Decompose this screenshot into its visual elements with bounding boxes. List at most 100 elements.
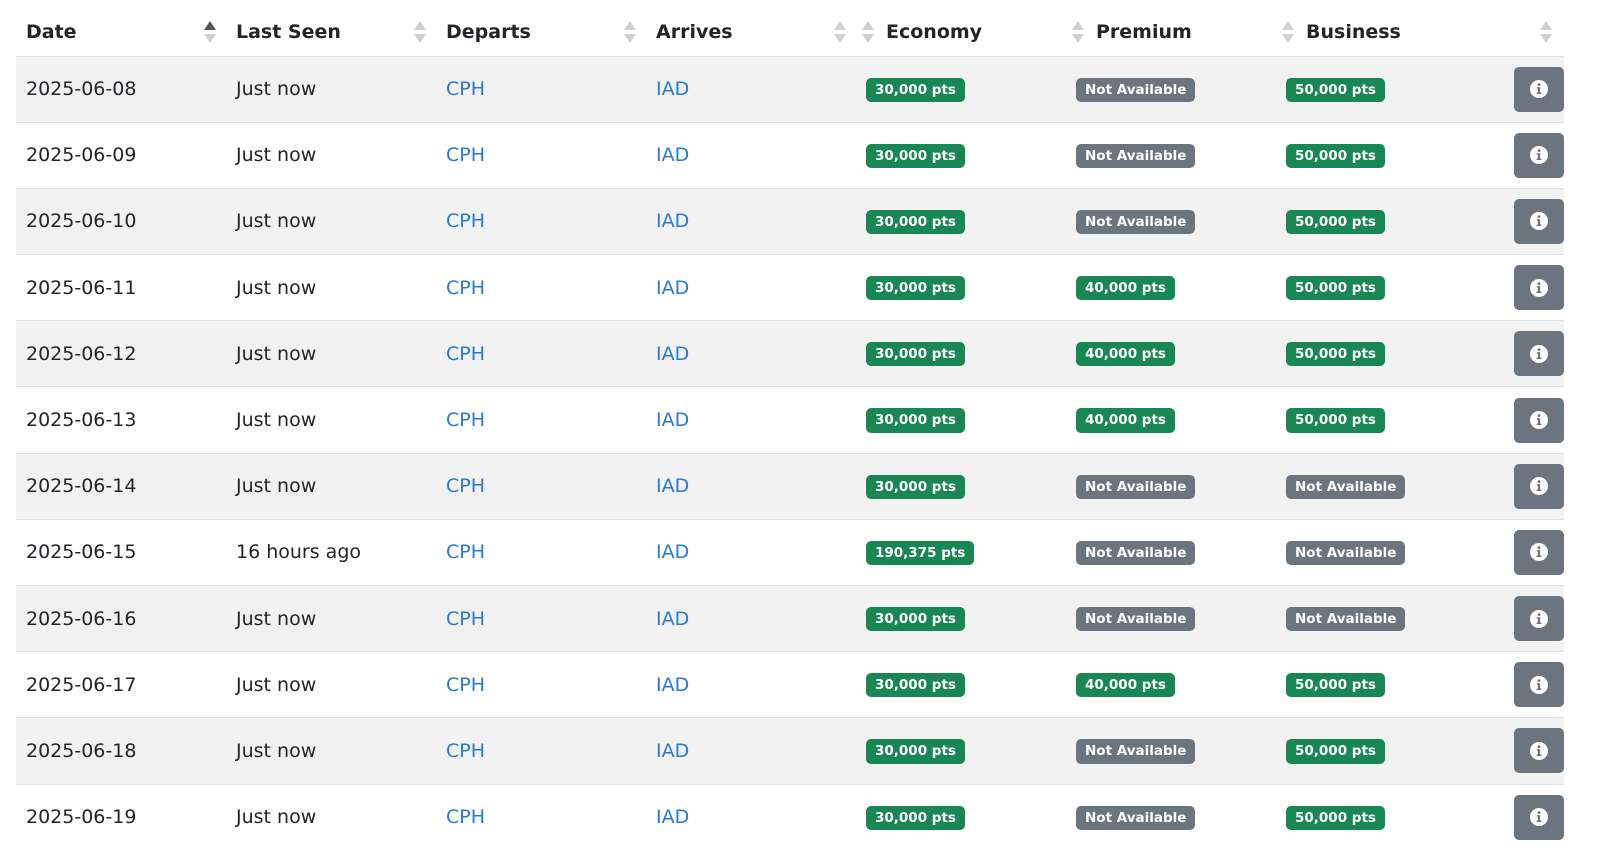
premium-cell: Not Available <box>1066 187 1276 255</box>
arrives-airport-link[interactable]: IAD <box>656 541 689 563</box>
departs-airport-link[interactable]: CPH <box>446 144 485 166</box>
column-header-actions[interactable] <box>1486 8 1564 57</box>
business-cell: Not Available <box>1276 584 1486 652</box>
sort-icon <box>1072 20 1084 44</box>
departs-airport-link[interactable]: CPH <box>446 78 485 100</box>
premium-badge: Not Available <box>1076 739 1196 764</box>
arrives-cell: IAD <box>646 783 856 851</box>
arrives-airport-link[interactable]: IAD <box>656 806 689 828</box>
premium-badge: 40,000 pts <box>1076 276 1175 301</box>
column-header-label: Premium <box>1096 20 1192 43</box>
economy-cell: 30,000 pts <box>856 717 1066 785</box>
economy-badge: 190,375 pts <box>866 540 975 565</box>
arrives-airport-link[interactable]: IAD <box>656 475 689 497</box>
date-cell: 2025-06-08 <box>16 55 226 123</box>
premium-cell: Not Available <box>1066 584 1276 652</box>
departs-airport-link[interactable]: CPH <box>446 277 485 299</box>
last-seen-value: Just now <box>236 342 317 365</box>
premium-cell: Not Available <box>1066 518 1276 586</box>
table-row: 2025-06-15 16 hours ago CPH IAD 190,375 … <box>16 518 1564 586</box>
actions-cell <box>1486 254 1564 321</box>
departs-airport-link[interactable]: CPH <box>446 608 485 630</box>
business-badge: 50,000 pts <box>1286 805 1385 830</box>
column-header-premium[interactable]: Premium <box>1066 8 1276 57</box>
departs-airport-link[interactable]: CPH <box>446 541 485 563</box>
info-button[interactable] <box>1514 529 1564 575</box>
info-button[interactable] <box>1514 662 1564 708</box>
business-badge: 50,000 pts <box>1286 342 1385 367</box>
departs-cell: CPH <box>436 386 646 454</box>
info-icon <box>1529 211 1549 231</box>
departs-cell: CPH <box>436 121 646 189</box>
departs-cell: CPH <box>436 717 646 785</box>
arrives-cell: IAD <box>646 651 856 718</box>
column-header-last-seen[interactable]: Last Seen <box>226 8 436 57</box>
departs-airport-link[interactable]: CPH <box>446 475 485 497</box>
premium-cell: 40,000 pts <box>1066 651 1276 718</box>
date-value: 2025-06-10 <box>26 210 137 233</box>
date-value: 2025-06-18 <box>26 739 137 762</box>
info-button[interactable] <box>1514 794 1564 840</box>
departs-cell: CPH <box>436 584 646 652</box>
last-seen-value: Just now <box>236 78 317 101</box>
arrives-airport-link[interactable]: IAD <box>656 277 689 299</box>
info-button[interactable] <box>1514 132 1564 178</box>
arrives-airport-link[interactable]: IAD <box>656 210 689 232</box>
departs-airport-link[interactable]: CPH <box>446 740 485 762</box>
departs-airport-link[interactable]: CPH <box>446 806 485 828</box>
arrives-airport-link[interactable]: IAD <box>656 740 689 762</box>
business-cell: Not Available <box>1276 518 1486 586</box>
last-seen-cell: Just now <box>226 717 436 785</box>
table-row: 2025-06-10 Just now CPH IAD 30,000 pts N… <box>16 187 1564 255</box>
sort-icon <box>1282 20 1294 44</box>
arrives-airport-link[interactable]: IAD <box>656 674 689 696</box>
info-button[interactable] <box>1514 331 1564 377</box>
arrives-airport-link[interactable]: IAD <box>656 409 689 431</box>
info-button[interactable] <box>1514 198 1564 244</box>
business-badge: 50,000 pts <box>1286 209 1385 235</box>
column-header-economy[interactable]: Economy <box>856 8 1066 57</box>
info-button[interactable] <box>1514 728 1564 774</box>
sort-icon <box>624 20 636 44</box>
last-seen-cell: Just now <box>226 187 436 255</box>
economy-badge: 30,000 pts <box>866 342 965 367</box>
departs-cell: CPH <box>436 320 646 387</box>
column-header-arrives[interactable]: Arrives <box>646 8 856 57</box>
arrives-cell: IAD <box>646 55 856 123</box>
info-button[interactable] <box>1514 66 1564 112</box>
last-seen-cell: Just now <box>226 584 436 652</box>
column-header-date[interactable]: Date <box>16 8 226 57</box>
column-header-business[interactable]: Business <box>1276 8 1486 57</box>
info-button[interactable] <box>1514 265 1564 311</box>
column-header-label: Arrives <box>656 20 733 43</box>
departs-airport-link[interactable]: CPH <box>446 343 485 365</box>
business-badge: Not Available <box>1286 474 1406 499</box>
info-button[interactable] <box>1514 397 1564 443</box>
info-icon <box>1529 344 1549 364</box>
column-header-label: Last Seen <box>236 20 341 43</box>
column-header-departs[interactable]: Departs <box>436 8 646 57</box>
arrives-airport-link[interactable]: IAD <box>656 608 689 630</box>
last-seen-value: Just now <box>236 607 317 630</box>
last-seen-value: 16 hours ago <box>236 541 362 564</box>
arrives-cell: IAD <box>646 717 856 785</box>
departs-airport-link[interactable]: CPH <box>446 210 485 232</box>
arrives-airport-link[interactable]: IAD <box>656 343 689 365</box>
departs-airport-link[interactable]: CPH <box>446 674 485 696</box>
last-seen-cell: Just now <box>226 783 436 851</box>
table-row: 2025-06-11 Just now CPH IAD 30,000 pts 4… <box>16 254 1564 321</box>
info-icon <box>1529 145 1549 165</box>
date-value: 2025-06-13 <box>26 409 137 432</box>
economy-cell: 30,000 pts <box>856 121 1066 189</box>
arrives-airport-link[interactable]: IAD <box>656 78 689 100</box>
date-cell: 2025-06-09 <box>16 121 226 189</box>
info-button[interactable] <box>1514 463 1564 509</box>
table-row: 2025-06-18 Just now CPH IAD 30,000 pts N… <box>16 717 1564 785</box>
departs-airport-link[interactable]: CPH <box>446 409 485 431</box>
last-seen-cell: Just now <box>226 651 436 718</box>
flight-availability-table: Date Last Seen Departs Arrives Economy P… <box>16 8 1564 851</box>
info-button[interactable] <box>1514 596 1564 642</box>
arrives-airport-link[interactable]: IAD <box>656 144 689 166</box>
premium-badge: Not Available <box>1076 77 1196 102</box>
date-value: 2025-06-11 <box>26 276 137 299</box>
